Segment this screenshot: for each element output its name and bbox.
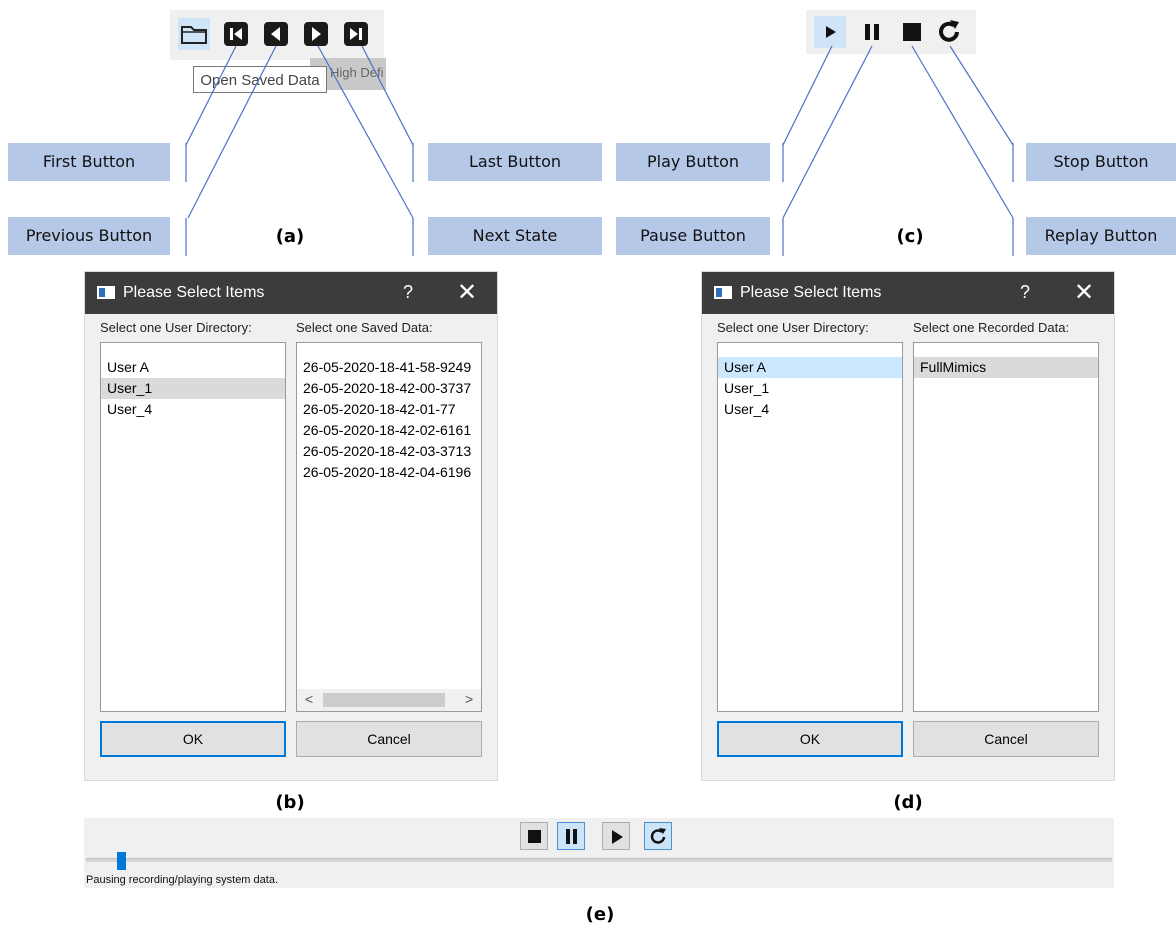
caption-a: (a) [275,226,305,247]
user-directory-label: Select one User Directory: [100,320,252,335]
scroll-right-arrow[interactable]: > [465,691,473,707]
saved-data-label: Select one Saved Data: [296,320,433,335]
list-item[interactable]: 26-05-2020-18-42-00-3737 [297,378,481,399]
previous-button-label: Previous Button [8,217,170,255]
last-button-label: Last Button [428,143,602,181]
ok-button[interactable]: OK [100,721,286,757]
cancel-button[interactable]: Cancel [296,721,482,757]
help-button[interactable]: ? [1020,282,1030,303]
replay-button-label: Replay Button [1026,217,1176,255]
app-icon [714,286,732,299]
stop-button-label: Stop Button [1026,143,1176,181]
close-icon[interactable]: ✕ [457,278,477,307]
caption-d: (d) [893,792,923,813]
stop-button[interactable] [520,822,548,850]
dialog-title: Please Select Items [123,284,265,301]
list-item[interactable]: 26-05-2020-18-41-58-9249 [297,357,481,378]
horizontal-scrollbar[interactable]: < > [297,689,481,711]
progress-slider-thumb[interactable] [116,852,126,870]
select-recorded-data-dialog: Please Select Items ? ✕ Select one User … [702,272,1114,780]
user-directory-list[interactable]: User A User_1 User_4 [100,342,286,712]
list-item[interactable]: 26-05-2020-18-42-02-6161 [297,420,481,441]
list-item-selected[interactable]: User_1 [101,378,285,399]
caption-e: (e) [585,904,615,925]
dialog-title-bar: Please Select Items ? ✕ [85,272,497,314]
replay-icon [650,828,666,844]
scroll-left-arrow[interactable]: < [305,691,313,707]
play-button-label: Play Button [616,143,770,181]
user-directory-list[interactable]: User A User_1 User_4 [717,342,903,712]
progress-track[interactable] [86,858,1112,862]
caption-c: (c) [896,226,924,247]
list-item[interactable]: User_4 [718,399,902,420]
dialog-title-bar: Please Select Items ? ✕ [702,272,1114,314]
play-button[interactable] [602,822,630,850]
select-saved-data-dialog: Please Select Items ? ✕ Select one User … [85,272,497,780]
close-icon[interactable]: ✕ [1074,278,1094,307]
app-icon [97,286,115,299]
list-item[interactable]: User_4 [101,399,285,420]
list-item[interactable]: 26-05-2020-18-42-01-77 [297,399,481,420]
stop-icon [528,830,541,843]
saved-data-list[interactable]: 26-05-2020-18-41-58-9249 26-05-2020-18-4… [296,342,482,712]
recorded-data-list[interactable]: FullMimics [913,342,1099,712]
pause-button-label: Pause Button [616,217,770,255]
pause-icon [566,829,577,844]
list-item[interactable]: User A [101,357,285,378]
scrollbar-thumb[interactable] [323,693,445,707]
list-item[interactable]: User_1 [718,378,902,399]
user-directory-label: Select one User Directory: [717,320,869,335]
cancel-button[interactable]: Cancel [913,721,1099,757]
list-item[interactable]: 26-05-2020-18-42-03-3713 [297,441,481,462]
status-message: Pausing recording/playing system data. [86,874,278,886]
recorded-data-label: Select one Recorded Data: [913,320,1070,335]
replay-button[interactable] [644,822,672,850]
pause-button[interactable] [557,822,585,850]
ok-button[interactable]: OK [717,721,903,757]
next-state-label: Next State [428,217,602,255]
first-button-label: First Button [8,143,170,181]
list-item[interactable]: 26-05-2020-18-42-04-6196 [297,462,481,483]
list-item-selected[interactable]: FullMimics [914,357,1098,378]
caption-b: (b) [275,792,305,813]
dialog-title: Please Select Items [740,284,882,301]
help-button[interactable]: ? [403,282,413,303]
play-icon [612,830,623,844]
list-item-selected[interactable]: User A [718,357,902,378]
